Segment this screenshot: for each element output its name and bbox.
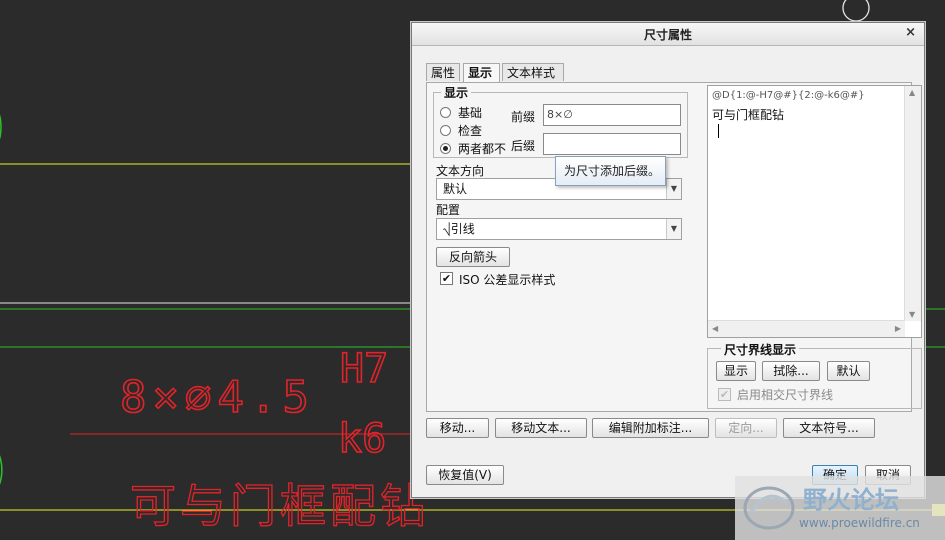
witness-default-button[interactable]: 默认 [827, 361, 870, 381]
display-tab-panel: 显示 基础 检查 两者都不 前缀 8×∅ 后缀 文本方向 默认 ▼ 配置 ⎷引线… [426, 82, 922, 412]
witness-erase-button[interactable]: 拭除... [762, 361, 820, 381]
witness-line-group-label: 尺寸界线显示 [721, 341, 800, 358]
placement-value: ⎷引线 [443, 222, 475, 236]
intersect-witness-label: 启用相交尺寸界线 [737, 388, 834, 402]
suffix-input[interactable] [543, 133, 681, 155]
placement-label: 配置 [436, 203, 461, 217]
watermark-title: 野火论坛 [803, 486, 899, 514]
scroll-left-icon[interactable]: ◀ [712, 324, 718, 333]
prefix-label: 前缀 [511, 110, 536, 124]
text-cursor [718, 124, 719, 138]
radio-basic-label: 基础 [458, 106, 483, 120]
witness-show-button[interactable]: 显示 [716, 361, 756, 381]
scroll-up-icon[interactable]: ▲ [909, 88, 915, 97]
radio-neither-label: 两者都不 [458, 142, 507, 156]
dialog-title: 尺寸属性 [643, 28, 692, 42]
iso-checkbox[interactable]: ✔ [440, 272, 453, 285]
scroll-right-icon[interactable]: ▶ [895, 324, 901, 333]
dim-text-line-1: @D{1:@-H7@#}{2:@-k6@#} [712, 90, 865, 101]
watermark-logo-icon [743, 486, 795, 530]
dimension-text-editor[interactable]: @D{1:@-H7@#}{2:@-k6@#} 可与门框配钻 ▲ ▼ ◀ ▶ [707, 85, 922, 338]
tab-text-style[interactable]: 文本样式 [502, 63, 564, 81]
dim-text-line-2: 可与门框配钻 [712, 108, 785, 122]
dimension-properties-dialog: 尺寸属性 × 属性 显示 文本样式 显示 基础 检查 两者都不 前缀 8×∅ 后… [411, 22, 925, 498]
iso-checkbox-label: ISO 公差显示样式 [459, 273, 556, 287]
cad-dimension-text: 8×∅4.5 [120, 372, 315, 423]
horizontal-scrollbar[interactable]: ◀ ▶ [708, 320, 905, 337]
reverse-arrow-button[interactable]: 反向箭头 [436, 247, 510, 267]
move-text-button[interactable]: 移动文本... [495, 418, 587, 438]
radio-basic[interactable] [440, 107, 451, 118]
text-direction-value: 默认 [443, 182, 468, 196]
watermark-url: www.proewildfire.cn [799, 516, 920, 530]
tab-display[interactable]: 显示 [463, 63, 500, 83]
cad-lower-tolerance: k6 [338, 416, 386, 462]
chevron-down-icon: ▼ [666, 219, 681, 239]
suffix-tooltip: 为尺寸添加后缀。 [555, 156, 666, 186]
radio-neither[interactable] [440, 143, 451, 154]
text-direction-label: 文本方向 [436, 164, 485, 178]
chevron-down-icon: ▼ [666, 179, 681, 199]
tab-properties[interactable]: 属性 [426, 63, 460, 81]
display-group-label: 显示 [441, 84, 472, 101]
edit-attached-note-button[interactable]: 编辑附加标注... [592, 418, 709, 438]
restore-values-button[interactable]: 恢复值(V) [426, 465, 504, 485]
move-button[interactable]: 移动... [426, 418, 489, 438]
suffix-label: 后缀 [511, 139, 536, 153]
text-symbol-button[interactable]: 文本符号... [783, 418, 875, 438]
vertical-scrollbar[interactable]: ▲ ▼ [904, 86, 921, 321]
radio-inspection-label: 检查 [458, 124, 483, 138]
placement-select[interactable]: ⎷引线 ▼ [436, 218, 682, 240]
cad-note-text: 可与门框配钻 [130, 479, 430, 533]
prefix-input[interactable]: 8×∅ [543, 104, 681, 126]
radio-inspection[interactable] [440, 125, 451, 136]
orient-button[interactable]: 定向... [715, 418, 777, 438]
intersect-witness-checkbox[interactable]: ✔ [718, 388, 731, 401]
cad-upper-tolerance: H7 [340, 346, 388, 392]
close-icon[interactable]: × [905, 25, 916, 40]
scroll-down-icon[interactable]: ▼ [909, 310, 915, 319]
dialog-titlebar[interactable]: 尺寸属性 × [412, 23, 924, 46]
forum-watermark: 野火论坛 www.proewildfire.cn [735, 476, 945, 540]
